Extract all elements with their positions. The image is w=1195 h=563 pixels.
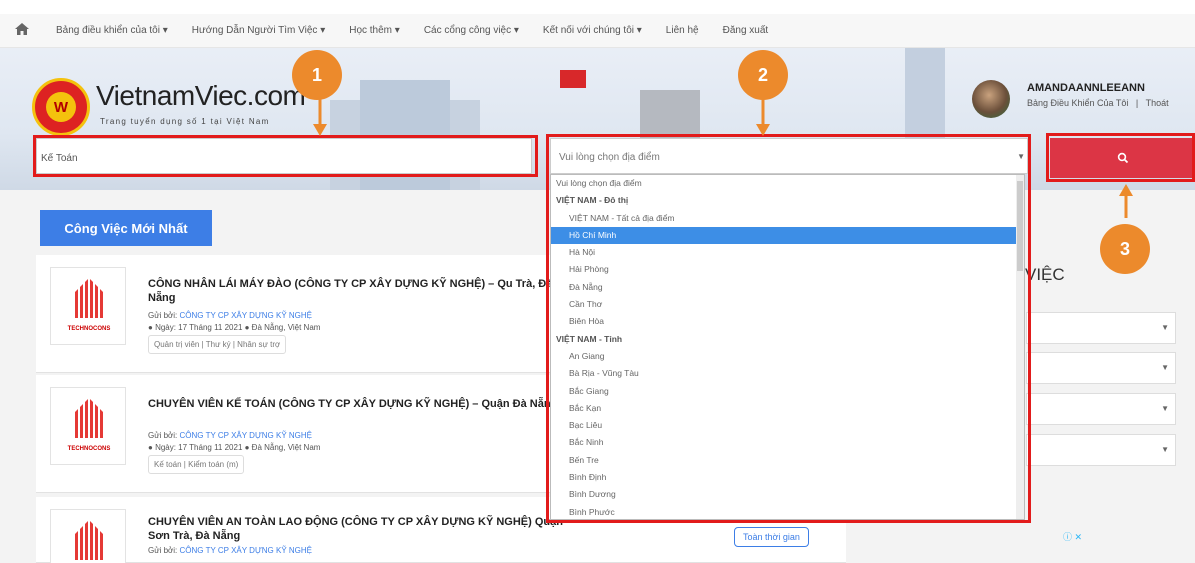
highlight-search-button [1046,133,1195,182]
link-separator: | [1135,98,1139,108]
page: Bảng điều khiển của tôi ▾ Hướng Dẫn Ngườ… [0,0,1195,563]
nav-item-connect[interactable]: Kết nối với chúng tôi ▾ [531,25,654,36]
job-posted-by: Gửi bởi: CÔNG TY CP XÂY DỰNG KỸ NGHỆ [148,431,313,440]
nav-item-learn-more[interactable]: Học thêm ▾ [337,25,412,36]
nav-item-jobseeker-guide[interactable]: Hướng Dẫn Người Tìm Việc ▾ [180,25,337,36]
chevron-down-icon: ▼ [1161,445,1169,454]
sidebar-filter-select[interactable]: ▼ [1026,312,1176,344]
company-link[interactable]: CÔNG TY CP XÂY DỰNG KỸ NGHỆ [180,546,313,555]
job-category-tag[interactable]: Quản trị viên | Thư ký | Nhân sự trợ [148,335,287,354]
arrow-down-icon [756,96,770,136]
callout-badge-3: 3 [1100,224,1150,274]
logout-link[interactable]: Thoát [1146,98,1169,108]
site-name[interactable]: VietnamViec.com [96,80,306,112]
company-logo: TECHNOCONS [50,267,126,345]
sidebar-filter-select[interactable]: ▼ [1026,434,1176,466]
callout-badge-2: 2 [738,50,788,100]
company-link[interactable]: CÔNG TY CP XÂY DỰNG KỸ NGHỆ [180,431,313,440]
chevron-down-icon: ▾ [513,25,519,36]
job-posted-by: Gửi bởi: CÔNG TY CP XÂY DỰNG KỸ NGHỆ [148,311,313,320]
site-logo[interactable]: W [32,78,90,136]
job-posted-by: Gửi bởi: CÔNG TY CP XÂY DỰNG KỸ NGHỆ [148,546,313,555]
dashboard-link[interactable]: Bảng Điều Khiển Của Tôi [1027,98,1128,108]
chevron-down-icon: ▼ [1161,323,1169,332]
job-meta: ● Ngày: 17 Tháng 11 2021 ● Đà Nẵng, Việt… [148,443,321,452]
arrow-up-icon [1119,184,1133,218]
user-links: Bảng Điều Khiển Của Tôi | Thoát [1027,98,1169,108]
company-link[interactable]: CÔNG TY CP XÂY DỰNG KỸ NGHỆ [180,311,313,320]
chevron-down-icon: ▾ [394,25,400,36]
top-navigation: Bảng điều khiển của tôi ▾ Hướng Dẫn Ngườ… [0,14,1195,48]
arrow-down-icon [313,96,327,136]
job-title[interactable]: CÔNG NHÂN LÁI MÁY ĐÀO (CÔNG TY CP XÂY DỰ… [148,277,568,305]
job-meta: ● Ngày: 17 Tháng 11 2021 ● Đà Nẵng, Việt… [148,323,321,332]
sidebar-filter-select[interactable]: ▼ [1026,352,1176,384]
avatar[interactable] [972,80,1010,118]
job-category-tag[interactable]: Kế toán | Kiểm toán (m) [148,455,245,474]
nav-item-dashboard[interactable]: Bảng điều khiển của tôi ▾ [44,25,180,36]
job-title[interactable]: CHUYÊN VIÊN AN TOÀN LAO ĐỘNG (CÔNG TY CP… [148,515,568,543]
job-title[interactable]: CHUYÊN VIÊN KẾ TOÁN (CÔNG TY CP XÂY DỰNG… [148,397,568,411]
home-icon[interactable] [0,22,44,39]
nav-item-logout[interactable]: Đăng xuất [711,25,781,36]
username: AMANDAANNLEEANN [1027,82,1145,94]
nav-item-job-portals[interactable]: Các cổng công việc ▾ [412,25,531,36]
chevron-down-icon: ▾ [636,25,642,36]
chevron-down-icon: ▾ [162,25,168,36]
job-type-badge: Toàn thời gian [734,527,809,547]
chevron-down-icon: ▼ [1161,363,1169,372]
highlight-keyword-box [33,135,538,177]
highlight-location-box [546,134,1031,523]
ad-choices-icon[interactable]: ⓘ ✕ [1063,530,1082,543]
site-tagline: Trang tuyển dụng số 1 tại Việt Nam [100,117,270,126]
banner-flag [560,70,586,88]
sidebar-filter-select[interactable]: ▼ [1026,393,1176,425]
company-logo [50,509,126,563]
callout-badge-1: 1 [292,50,342,100]
chevron-down-icon: ▼ [1161,404,1169,413]
chevron-down-icon: ▾ [320,25,326,36]
nav-item-contact[interactable]: Liên hệ [654,25,711,36]
tab-latest-jobs[interactable]: Công Việc Mới Nhất [40,210,212,246]
company-logo: TECHNOCONS [50,387,126,465]
